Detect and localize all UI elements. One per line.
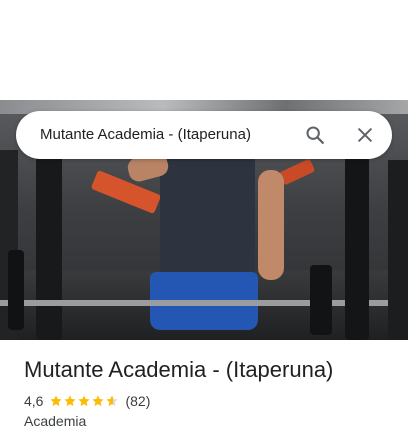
photo-plate	[310, 265, 332, 335]
search-query[interactable]: Mutante Academia - (Itaperuna)	[40, 126, 251, 143]
photo-plate	[8, 250, 24, 330]
photo-rack	[388, 160, 408, 340]
review-count[interactable]: (82)	[125, 393, 150, 409]
place-category[interactable]: Academia	[24, 413, 86, 429]
place-title: Mutante Academia - (Itaperuna)	[24, 357, 334, 382]
place-page: Mutante Academia - (Itaperuna) Mutante A…	[0, 0, 408, 440]
clear-search-button[interactable]	[351, 121, 379, 149]
star-rating	[49, 394, 119, 408]
rating-row[interactable]: 4,6 (82)	[24, 392, 150, 410]
star-icon	[50, 395, 63, 407]
search-box[interactable]: Mutante Academia - (Itaperuna)	[16, 111, 392, 159]
star-icon	[106, 395, 119, 407]
close-icon	[358, 128, 372, 142]
photo-person-arm	[258, 170, 284, 280]
star-icon	[78, 395, 91, 407]
star-icon	[92, 395, 105, 407]
star-icon	[64, 395, 77, 407]
photo-person-shirt	[160, 140, 255, 280]
photo-bench	[278, 158, 316, 186]
search-button[interactable]	[301, 121, 329, 149]
search-icon	[306, 126, 324, 144]
rating-value: 4,6	[24, 393, 44, 409]
